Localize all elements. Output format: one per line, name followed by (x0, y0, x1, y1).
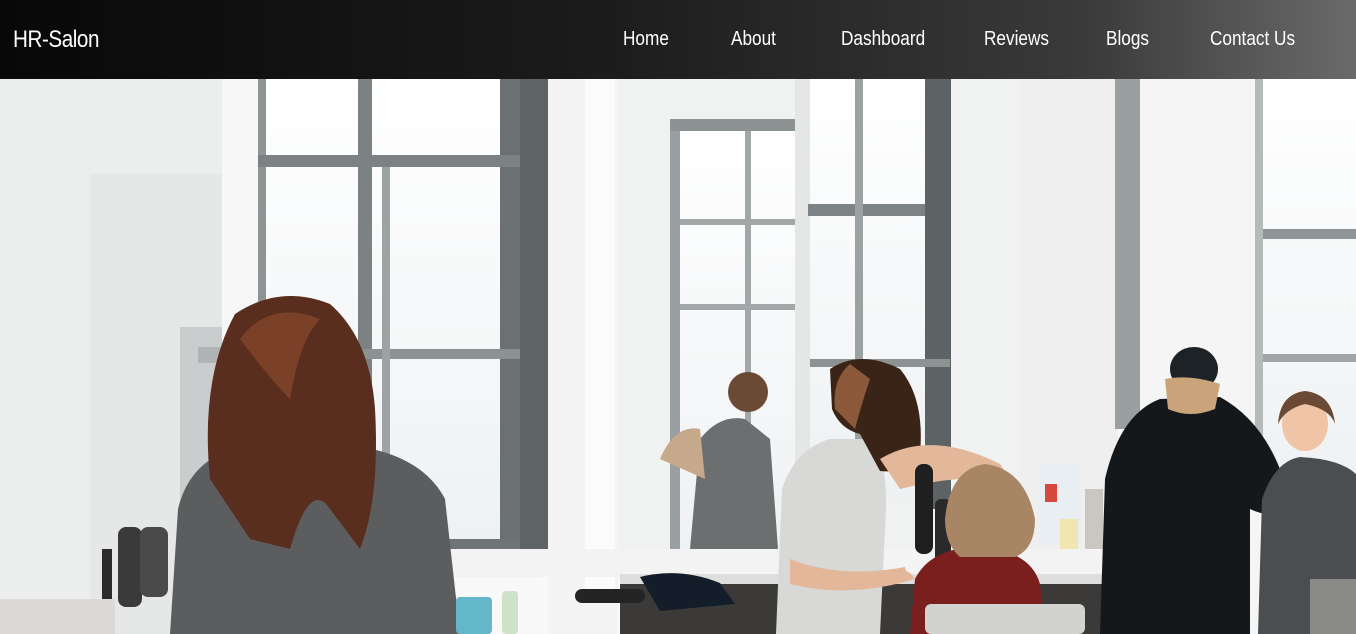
nav-link-dashboard[interactable]: Dashboard (841, 28, 925, 51)
nav-links: Home About Dashboard Reviews Blogs Conta… (0, 28, 1356, 56)
nav-link-contact-us[interactable]: Contact Us (1210, 28, 1295, 51)
nav-link-about[interactable]: About (731, 28, 776, 51)
hero-salon-image (0, 79, 1356, 634)
nav-link-blogs[interactable]: Blogs (1106, 28, 1149, 51)
top-navbar: HR-Salon Home About Dashboard Reviews Bl… (0, 0, 1356, 79)
nav-link-reviews[interactable]: Reviews (984, 28, 1049, 51)
nav-link-home[interactable]: Home (623, 28, 669, 51)
hero-banner (0, 79, 1356, 634)
